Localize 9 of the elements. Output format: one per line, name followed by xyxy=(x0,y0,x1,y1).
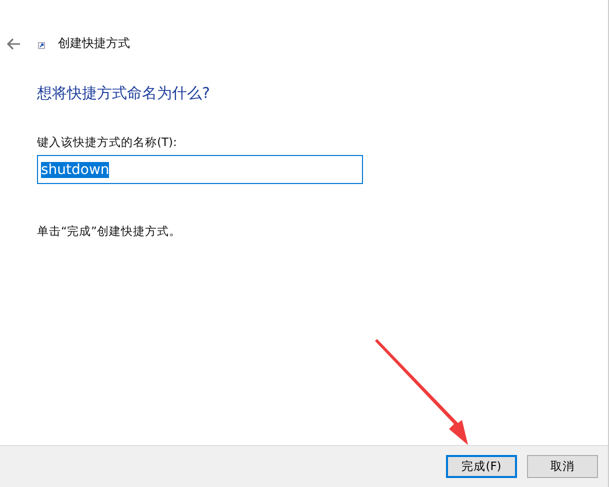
field-label: 键入该快捷方式的名称(T): xyxy=(37,135,177,150)
window-title: 创建快捷方式 xyxy=(58,35,130,52)
back-arrow-icon[interactable] xyxy=(7,38,21,50)
name-input-field[interactable]: shutdown xyxy=(37,155,363,184)
cancel-button[interactable]: 取消 xyxy=(527,455,598,478)
finish-button[interactable]: 完成(F) xyxy=(446,455,517,478)
wizard-heading: 想将快捷方式命名为什么? xyxy=(37,84,210,103)
instruction-text: 单击“完成”创建快捷方式。 xyxy=(37,224,181,239)
shortcut-icon xyxy=(38,42,45,49)
